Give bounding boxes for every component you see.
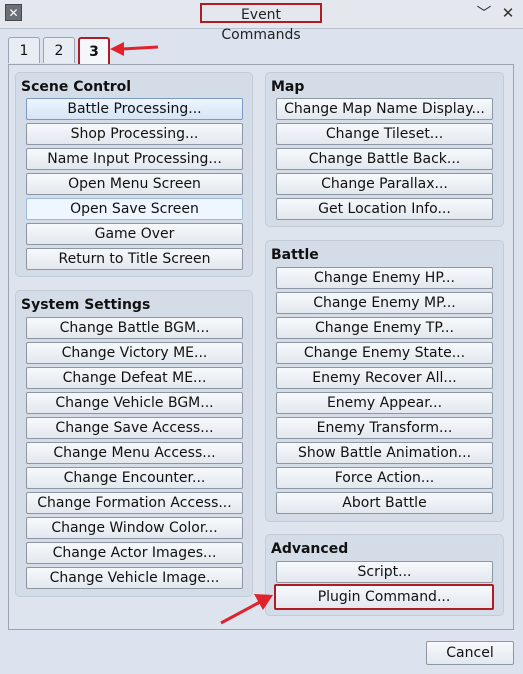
tab-2[interactable]: 2: [43, 37, 75, 63]
system-settings-title: System Settings: [21, 297, 151, 313]
change-formation-access-button[interactable]: Change Formation Access...: [26, 492, 243, 514]
change-enemy-hp-button[interactable]: Change Enemy HP...: [276, 267, 493, 289]
change-menu-access-button[interactable]: Change Menu Access...: [26, 442, 243, 464]
app-x-icon: ✕: [5, 4, 22, 21]
enemy-recover-all-button[interactable]: Enemy Recover All...: [276, 367, 493, 389]
map-title: Map: [271, 79, 305, 95]
change-battle-back-button[interactable]: Change Battle Back...: [276, 148, 493, 170]
advanced-title: Advanced: [271, 541, 349, 557]
plugin-command-button[interactable]: Plugin Command...: [274, 584, 494, 610]
enemy-transform-button[interactable]: Enemy Transform...: [276, 417, 493, 439]
change-window-color-button[interactable]: Change Window Color...: [26, 517, 243, 539]
return-to-title-button[interactable]: Return to Title Screen: [26, 248, 243, 270]
abort-battle-button[interactable]: Abort Battle: [276, 492, 493, 514]
change-vehicle-image-button[interactable]: Change Vehicle Image...: [26, 567, 243, 589]
change-battle-bgm-button[interactable]: Change Battle BGM...: [26, 317, 243, 339]
enemy-appear-button[interactable]: Enemy Appear...: [276, 392, 493, 414]
battle-title: Battle: [271, 247, 319, 263]
window-title: Event Commands: [200, 3, 322, 43]
change-actor-images-button[interactable]: Change Actor Images...: [26, 542, 243, 564]
battle-processing-button[interactable]: Battle Processing...: [26, 98, 243, 120]
change-enemy-tp-button[interactable]: Change Enemy TP...: [276, 317, 493, 339]
change-map-name-display-button[interactable]: Change Map Name Display...: [276, 98, 493, 120]
change-enemy-state-button[interactable]: Change Enemy State...: [276, 342, 493, 364]
cancel-button[interactable]: Cancel: [426, 641, 514, 665]
annotation-arrow-plugin: [220, 594, 273, 625]
change-vehicle-bgm-button[interactable]: Change Vehicle BGM...: [26, 392, 243, 414]
change-victory-me-button[interactable]: Change Victory ME...: [26, 342, 243, 364]
change-tileset-button[interactable]: Change Tileset...: [276, 123, 493, 145]
change-save-access-button[interactable]: Change Save Access...: [26, 417, 243, 439]
show-battle-animation-button[interactable]: Show Battle Animation...: [276, 442, 493, 464]
force-action-button[interactable]: Force Action...: [276, 467, 493, 489]
close-icon[interactable]: ✕: [498, 3, 518, 23]
scene-control-title: Scene Control: [21, 79, 132, 95]
name-input-processing-button[interactable]: Name Input Processing...: [26, 148, 243, 170]
change-parallax-button[interactable]: Change Parallax...: [276, 173, 493, 195]
change-defeat-me-button[interactable]: Change Defeat ME...: [26, 367, 243, 389]
annotation-arrow-tab: [110, 42, 159, 56]
change-enemy-mp-button[interactable]: Change Enemy MP...: [276, 292, 493, 314]
change-encounter-button[interactable]: Change Encounter...: [26, 467, 243, 489]
open-save-screen-button[interactable]: Open Save Screen: [26, 198, 243, 220]
script-button[interactable]: Script...: [276, 561, 493, 583]
game-over-button[interactable]: Game Over: [26, 223, 243, 245]
open-menu-screen-button[interactable]: Open Menu Screen: [26, 173, 243, 195]
get-location-info-button[interactable]: Get Location Info...: [276, 198, 493, 220]
title-bar: ✕ Event Commands ﹀ ✕: [0, 0, 523, 43]
tab-3[interactable]: 3: [78, 37, 110, 65]
shop-processing-button[interactable]: Shop Processing...: [26, 123, 243, 145]
minimize-chevron-icon[interactable]: ﹀: [474, 3, 494, 23]
tab-1[interactable]: 1: [8, 37, 40, 63]
